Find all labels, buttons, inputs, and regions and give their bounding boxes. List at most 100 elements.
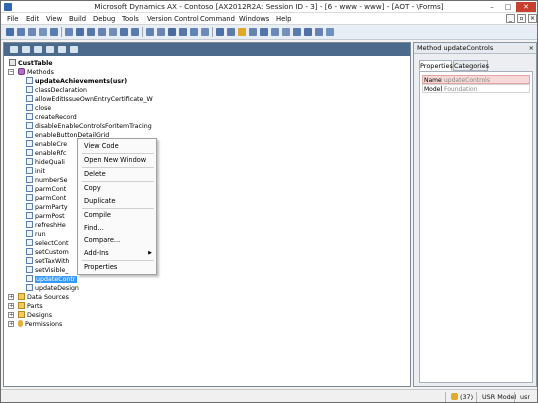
tree-item-method[interactable]: parmCont bbox=[26, 185, 66, 194]
close-button[interactable]: ✕ bbox=[516, 2, 536, 12]
save-icon[interactable] bbox=[22, 46, 30, 53]
notification-bell-icon[interactable] bbox=[451, 393, 458, 400]
expand-toggle[interactable]: + bbox=[8, 303, 14, 309]
tree-item-method[interactable]: updateDesign bbox=[26, 284, 79, 293]
tree-item-parts[interactable]: Parts bbox=[18, 302, 43, 311]
breakpoint-icon[interactable] bbox=[271, 28, 279, 36]
tree-item-designs[interactable]: Designs bbox=[18, 311, 52, 320]
menu-file[interactable]: File bbox=[7, 15, 18, 23]
tree-item-method[interactable]: init bbox=[26, 167, 45, 176]
debug-icon[interactable] bbox=[282, 28, 290, 36]
property-row-model[interactable]: Model Foundation bbox=[422, 84, 530, 93]
cut-icon[interactable] bbox=[76, 28, 84, 36]
save-all-icon[interactable] bbox=[28, 28, 36, 36]
menu-item-duplicate[interactable]: Duplicate bbox=[78, 196, 156, 207]
tree-item-data-sources[interactable]: Data Sources bbox=[18, 293, 69, 302]
run-icon[interactable] bbox=[260, 28, 268, 36]
tree-item-method[interactable]: classDeclaration bbox=[26, 86, 87, 95]
project-icon[interactable] bbox=[304, 28, 312, 36]
tree-item-method[interactable]: createRecord bbox=[26, 113, 77, 122]
menu-windows[interactable]: Windows bbox=[239, 15, 269, 23]
refresh-icon[interactable] bbox=[70, 46, 78, 53]
menu-item-compare[interactable]: Compare... bbox=[78, 235, 156, 246]
notification-count[interactable]: (37) bbox=[460, 393, 473, 401]
save-icon[interactable] bbox=[17, 28, 25, 36]
mdi-close-button[interactable]: × bbox=[528, 14, 537, 23]
expand-toggle[interactable]: + bbox=[8, 321, 14, 327]
tree-item-method[interactable]: enableCre bbox=[26, 140, 67, 149]
tree-item-method[interactable]: updateAchievements(usr) bbox=[26, 77, 127, 86]
menu-build[interactable]: Build bbox=[69, 15, 86, 23]
undo-icon[interactable] bbox=[120, 28, 128, 36]
tab-categories[interactable]: Categories bbox=[453, 60, 489, 71]
find-next-icon[interactable] bbox=[157, 28, 165, 36]
tree-item-method[interactable]: refreshHe bbox=[26, 221, 66, 230]
expand-toggle[interactable]: + bbox=[8, 294, 14, 300]
refresh-icon[interactable] bbox=[65, 28, 73, 36]
paste-icon[interactable] bbox=[98, 28, 106, 36]
filter-by-selection-icon[interactable] bbox=[179, 28, 187, 36]
new-method-icon[interactable] bbox=[34, 46, 42, 53]
expand-toggle[interactable]: + bbox=[8, 312, 14, 318]
tree-item-method[interactable]: allowEditIssueOwnEntryCertificate_W bbox=[26, 95, 153, 104]
sort-ascending-icon[interactable] bbox=[190, 28, 198, 36]
new-icon[interactable] bbox=[6, 28, 14, 36]
redo-icon[interactable] bbox=[131, 28, 139, 36]
tree-root-node[interactable]: CustTable bbox=[9, 59, 53, 68]
tree-item-method[interactable]: parmPost bbox=[26, 212, 65, 221]
menu-item-add-ins[interactable]: Add-Ins ▶ bbox=[78, 248, 156, 259]
go-to-main-table-icon[interactable] bbox=[216, 28, 224, 36]
menu-help[interactable]: Help bbox=[276, 15, 292, 23]
tree-item-method[interactable]: selectCont bbox=[26, 239, 68, 248]
warning-icon[interactable] bbox=[238, 28, 246, 36]
tree-item-method[interactable]: close bbox=[26, 104, 51, 113]
tree-item-permissions[interactable]: Permissions bbox=[18, 320, 62, 329]
maximize-button[interactable]: □ bbox=[500, 2, 516, 12]
menu-item-view-code[interactable]: View Code bbox=[78, 141, 156, 152]
menu-tools[interactable]: Tools bbox=[122, 15, 139, 23]
open-icon[interactable] bbox=[10, 46, 18, 53]
menu-item-compile[interactable]: Compile bbox=[78, 210, 156, 221]
import-icon[interactable] bbox=[58, 46, 66, 53]
find-icon[interactable] bbox=[146, 28, 154, 36]
print-preview-icon[interactable] bbox=[50, 28, 58, 36]
compile-icon[interactable] bbox=[46, 46, 54, 53]
menu-view[interactable]: View bbox=[46, 15, 62, 23]
menu-command[interactable]: Command bbox=[200, 15, 235, 23]
filter-icon[interactable] bbox=[168, 28, 176, 36]
mdi-restore-button[interactable]: ▫ bbox=[517, 14, 526, 23]
tree-item-method-selected[interactable]: updateContr bbox=[26, 275, 77, 284]
tab-properties[interactable]: Properties bbox=[419, 60, 453, 71]
menu-edit[interactable]: Edit bbox=[26, 15, 39, 23]
compile-icon[interactable] bbox=[249, 28, 257, 36]
minimize-button[interactable]: – bbox=[484, 2, 500, 12]
tree-item-method[interactable]: parmCont bbox=[26, 194, 66, 203]
record-info-icon[interactable] bbox=[227, 28, 235, 36]
menu-item-find[interactable]: Find... bbox=[78, 223, 156, 234]
aot-icon[interactable] bbox=[293, 28, 301, 36]
menu-item-copy[interactable]: Copy bbox=[78, 183, 156, 194]
collapse-toggle[interactable]: − bbox=[8, 69, 14, 75]
tree-item-method[interactable]: disableEnableControlsForItemTracing bbox=[26, 122, 152, 131]
tree-item-method[interactable]: setVisible_ bbox=[26, 266, 68, 275]
tree-item-method[interactable]: setCustom bbox=[26, 248, 69, 257]
tree-item-method[interactable]: parmParty bbox=[26, 203, 68, 212]
methods-node[interactable]: Methods bbox=[18, 68, 54, 77]
tree-item-method[interactable]: numberSe bbox=[26, 176, 67, 185]
menu-item-delete[interactable]: Delete bbox=[78, 169, 156, 180]
menu-debug[interactable]: Debug bbox=[93, 15, 115, 23]
delete-icon[interactable] bbox=[109, 28, 117, 36]
print-icon[interactable] bbox=[39, 28, 47, 36]
mdi-minimize-button[interactable]: _ bbox=[506, 14, 515, 23]
help-icon[interactable] bbox=[326, 28, 334, 36]
copy-icon[interactable] bbox=[87, 28, 95, 36]
tree-item-method[interactable]: enableRfc bbox=[26, 149, 66, 158]
tree-item-method[interactable]: setTaxWith bbox=[26, 257, 69, 266]
sort-descending-icon[interactable] bbox=[201, 28, 209, 36]
menu-item-open-new-window[interactable]: Open New Window bbox=[78, 155, 156, 166]
property-row-name[interactable]: Name updateControls bbox=[422, 75, 530, 84]
menu-item-properties[interactable]: Properties bbox=[78, 262, 156, 273]
tree-item-method[interactable]: hideQuali bbox=[26, 158, 65, 167]
properties-icon[interactable] bbox=[315, 28, 323, 36]
tree-item-method[interactable]: run bbox=[26, 230, 46, 239]
